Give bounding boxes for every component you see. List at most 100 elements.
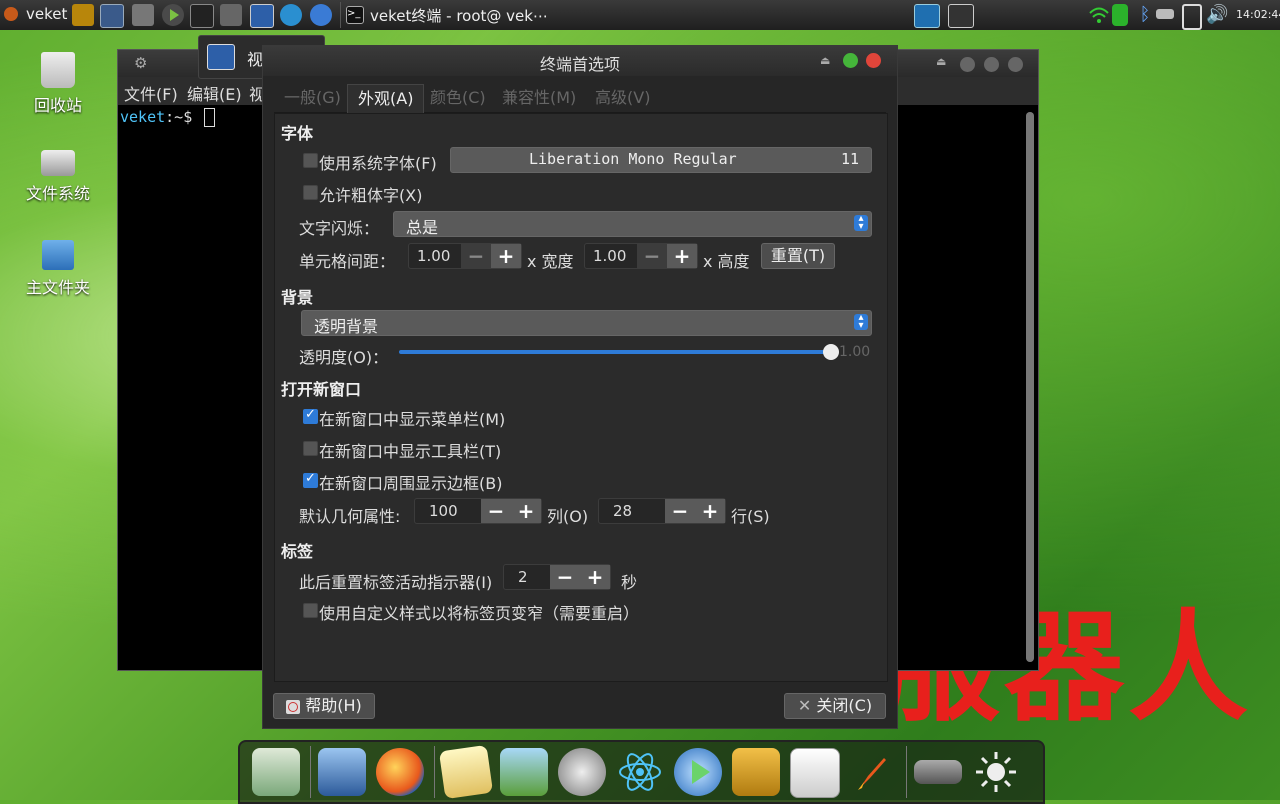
notepad-icon[interactable]	[438, 744, 494, 800]
reset-button[interactable]: 重置(T)	[761, 243, 835, 269]
task-terminal-icon[interactable]: >_	[346, 6, 364, 24]
font-chooser-button[interactable]: Liberation Mono Regular 11	[450, 147, 872, 173]
reset-indicator-spinner[interactable]: 2 − +	[503, 564, 611, 590]
columns-spinner[interactable]: 100 − +	[414, 498, 542, 524]
show-menubar-label[interactable]: 在新窗口中显示菜单栏(M)	[319, 406, 505, 430]
task-title[interactable]: veket终端 - root@ vek⋯	[370, 5, 548, 26]
cell-width-decrement-button[interactable]: −	[461, 244, 491, 268]
close-button[interactable]	[1008, 57, 1023, 72]
file-manager-icon[interactable]	[72, 4, 94, 26]
opacity-slider-handle[interactable]	[823, 344, 839, 360]
exit-door-icon[interactable]	[732, 748, 780, 796]
terminal-scrollbar[interactable]	[1026, 112, 1034, 662]
use-system-font-label[interactable]: 使用系统字体(F)	[319, 150, 437, 174]
clock-app-icon[interactable]	[280, 4, 302, 26]
video-download-icon[interactable]	[250, 4, 274, 28]
terminal-icon[interactable]	[190, 4, 214, 28]
presentation-icon[interactable]	[790, 748, 840, 798]
rocket-icon[interactable]	[848, 748, 896, 796]
drive-icon	[41, 150, 75, 176]
opacity-slider[interactable]	[399, 344, 839, 360]
columns-increment-button[interactable]: +	[511, 499, 541, 523]
speaker-icon[interactable]	[558, 748, 606, 796]
help-button[interactable]: 帮助(H)	[273, 693, 375, 719]
cell-width-spinner[interactable]: 1.00 − +	[408, 243, 522, 269]
volume-icon[interactable]: 🔊	[1206, 4, 1228, 26]
narrow-tabs-label[interactable]: 使用自定义样式以将标签页变窄（需要重启）	[319, 600, 639, 624]
cell-width-increment-button[interactable]: +	[491, 244, 521, 268]
media-player-icon[interactable]	[674, 748, 722, 796]
maximize-button[interactable]	[984, 57, 999, 72]
use-system-font-checkbox[interactable]	[303, 153, 318, 168]
clipboard-icon[interactable]	[1182, 4, 1202, 30]
tab-compatibility[interactable]: 兼容性(M)	[492, 84, 586, 112]
cell-height-decrement-button[interactable]: −	[637, 244, 667, 268]
cell-height-spinner[interactable]: 1.00 − +	[584, 243, 698, 269]
keyboard-icon[interactable]	[1156, 9, 1174, 19]
background-select[interactable]: 透明背景 ▴ ▾	[301, 310, 872, 336]
bluetooth-icon[interactable]: ᛒ	[1134, 4, 1156, 26]
narrow-tabs-checkbox[interactable]	[303, 603, 318, 618]
monitor-icon[interactable]	[318, 748, 366, 796]
play-icon[interactable]	[162, 4, 184, 26]
cell-height-suffix: x 高度	[703, 252, 750, 271]
shade-icon[interactable]: ⏏	[820, 54, 830, 67]
clock[interactable]: 14:02:44	[1236, 8, 1280, 21]
columns-value[interactable]: 100	[429, 502, 458, 520]
wifi-icon[interactable]	[1088, 4, 1110, 26]
battery-icon[interactable]	[1112, 4, 1128, 26]
tab-advanced[interactable]: 高级(V)	[585, 84, 660, 112]
shade-icon[interactable]: ⏏	[936, 55, 946, 68]
menu-edit[interactable]: 编辑(E)	[187, 81, 242, 105]
veket-logo-icon[interactable]	[4, 7, 18, 21]
allow-bold-label[interactable]: 允许粗体字(X)	[319, 182, 422, 206]
menu-file[interactable]: 文件(F)	[124, 81, 178, 105]
launcher-label[interactable]: veket	[26, 5, 67, 23]
rows-value[interactable]: 28	[613, 502, 632, 520]
desktop-settings-icon[interactable]	[252, 748, 300, 796]
reset-indicator-decrement-button[interactable]: −	[550, 565, 580, 589]
desktop-icon-trash[interactable]: 回收站	[8, 52, 108, 116]
atom-icon[interactable]	[616, 748, 664, 796]
close-dialog-button[interactable]: ✕ 关闭(C)	[784, 693, 886, 719]
drive-icon[interactable]	[914, 760, 962, 784]
workspace-1-icon[interactable]	[914, 4, 940, 28]
rows-spinner[interactable]: 28 − +	[598, 498, 726, 524]
blink-select[interactable]: 总是 ▴ ▾	[393, 211, 872, 237]
terminal-prompt[interactable]: veket:~$	[120, 108, 216, 127]
cell-height-value[interactable]: 1.00	[593, 247, 626, 265]
printer-icon[interactable]	[220, 4, 242, 26]
tab-appearance[interactable]: 外观(A)	[347, 84, 425, 113]
show-border-checkbox[interactable]	[303, 471, 318, 488]
cell-spacing-label: 单元格间距：	[299, 252, 396, 271]
dialog-titlebar[interactable]: 终端首选项 ⏏	[263, 46, 897, 76]
image-viewer-icon[interactable]	[500, 748, 548, 796]
rows-increment-button[interactable]: +	[695, 499, 725, 523]
rows-decrement-button[interactable]: −	[665, 499, 695, 523]
show-toolbar-checkbox[interactable]	[303, 441, 318, 456]
desktop-icon-home[interactable]: 主文件夹	[8, 240, 108, 298]
desktop-icon-filesystem[interactable]: 文件系统	[8, 150, 108, 204]
tab-general[interactable]: 一般(G)	[274, 84, 351, 112]
scrollbar-thumb[interactable]	[1026, 112, 1034, 662]
cell-width-value[interactable]: 1.00	[417, 247, 450, 265]
reset-indicator-value[interactable]: 2	[518, 568, 528, 586]
minimize-button[interactable]	[960, 57, 975, 72]
maximize-button[interactable]	[843, 53, 858, 68]
gear-icon[interactable]: ⚙	[134, 54, 147, 72]
system-monitor-icon[interactable]	[100, 4, 124, 28]
show-menubar-checkbox[interactable]	[303, 407, 318, 424]
show-border-label[interactable]: 在新窗口周围显示边框(B)	[319, 470, 502, 494]
show-toolbar-label[interactable]: 在新窗口中显示工具栏(T)	[319, 438, 501, 462]
cell-height-increment-button[interactable]: +	[667, 244, 697, 268]
reset-indicator-increment-button[interactable]: +	[580, 565, 610, 589]
workspace-2-icon[interactable]	[948, 4, 974, 28]
tab-colors[interactable]: 颜色(C)	[420, 84, 496, 112]
close-button[interactable]	[866, 53, 881, 68]
browser-icon[interactable]	[310, 4, 332, 26]
network-tools-icon[interactable]	[132, 4, 154, 26]
firefox-icon[interactable]	[376, 748, 424, 796]
allow-bold-checkbox[interactable]	[303, 185, 318, 200]
brightness-icon[interactable]	[972, 748, 1020, 796]
columns-decrement-button[interactable]: −	[481, 499, 511, 523]
